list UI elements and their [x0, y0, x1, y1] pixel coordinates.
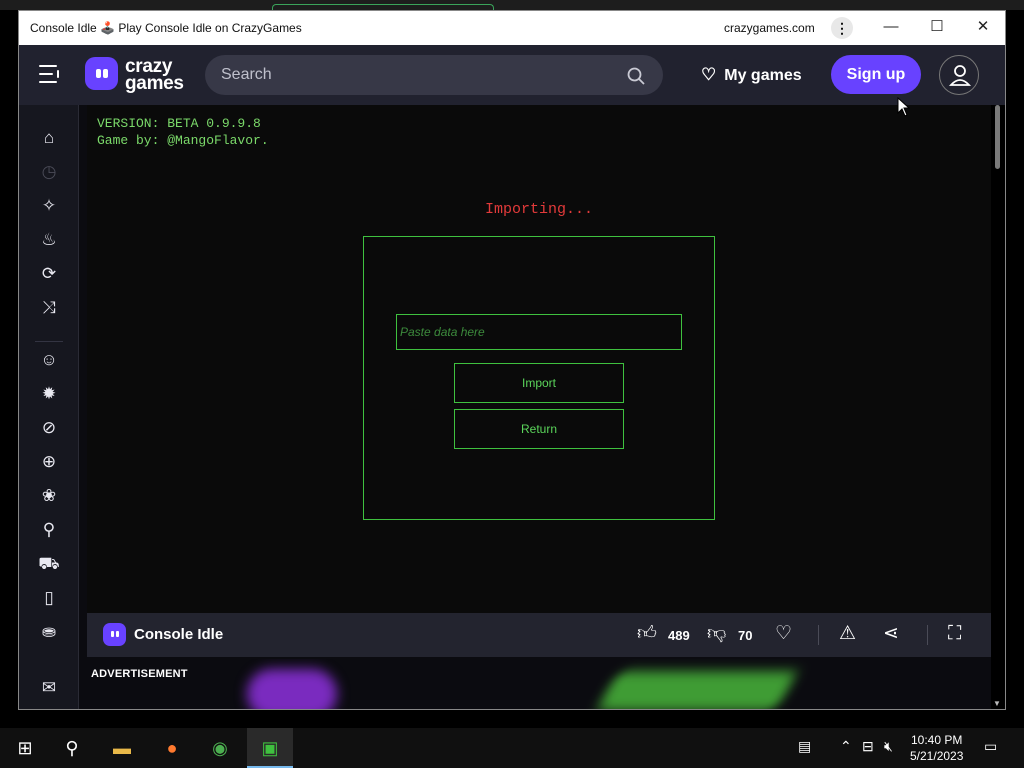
notifications-icon[interactable]: ▭: [984, 738, 997, 755]
game-toolbar: Console Idle 👍︎ 489 👎︎ 70 ♡ ⚠ ⋖ ⛶: [87, 613, 991, 657]
import-button[interactable]: Import: [454, 363, 624, 403]
version-label: VERSION: BETA 0.9.9.8: [97, 116, 261, 131]
adventure-icon[interactable]: ⊘: [38, 417, 60, 439]
trending-icon[interactable]: ♨: [38, 229, 60, 251]
game-logo-icon: [103, 623, 126, 646]
user-account-button[interactable]: [939, 55, 979, 95]
more-options-icon[interactable]: ⋮: [831, 17, 853, 39]
like-count: 489: [668, 628, 690, 643]
file-explorer-icon[interactable]: ▬: [99, 728, 145, 768]
random-icon[interactable]: ⤨: [38, 297, 60, 319]
domain-label: crazygames.com: [724, 21, 815, 35]
car-icon[interactable]: ⛟: [38, 553, 60, 575]
my-games-label: My games: [724, 67, 802, 84]
two-player-icon[interactable]: ☺: [38, 349, 60, 371]
console-idle-taskbar-icon[interactable]: ▣: [247, 728, 293, 768]
toolbar-divider: [818, 625, 819, 645]
action-icon[interactable]: ✹: [38, 383, 60, 405]
title-bar: Console Idle 🕹️ Play Console Idle on Cra…: [19, 11, 1005, 45]
chrome-icon[interactable]: ◉: [197, 728, 243, 768]
background-window-strip: [0, 0, 1024, 12]
ad-graphic-purple: [247, 669, 337, 709]
advertisement-area[interactable]: ADVERTISEMENT: [87, 659, 991, 709]
favorite-heart-icon[interactable]: ♡: [775, 623, 792, 645]
updated-icon[interactable]: ⟳: [38, 263, 60, 285]
window-title: Console Idle 🕹️ Play Console Idle on Cra…: [30, 21, 302, 35]
close-button[interactable]: ✕: [969, 16, 997, 38]
import-panel: Import Return: [363, 236, 715, 520]
home-icon[interactable]: ⌂: [38, 127, 60, 149]
game-title: Console Idle: [134, 626, 224, 643]
search-bar: [205, 55, 663, 95]
browser-window: Console Idle 🕹️ Play Console Idle on Cra…: [18, 10, 1006, 710]
news-widget-icon[interactable]: ▤: [798, 738, 811, 755]
sign-up-button[interactable]: Sign up: [831, 55, 921, 94]
search-taskbar-icon[interactable]: ⚲: [49, 728, 95, 768]
thumbs-up-icon[interactable]: 👍︎: [637, 623, 657, 645]
maximize-button[interactable]: ☐: [923, 16, 951, 38]
user-icon: [948, 65, 972, 86]
network-icon[interactable]: ⊟: [862, 738, 874, 755]
recent-icon[interactable]: ◷: [38, 161, 60, 183]
toolbar-divider-2: [927, 625, 928, 645]
share-icon[interactable]: ⋖: [883, 623, 899, 645]
return-button[interactable]: Return: [454, 409, 624, 449]
firefox-icon[interactable]: ●: [149, 728, 195, 768]
clock-time: 10:40 PM: [911, 733, 963, 747]
clock-date: 5/21/2023: [910, 749, 964, 763]
logo-mark: [85, 57, 118, 90]
my-games-link[interactable]: ♡ My games: [701, 65, 802, 85]
top-nav: crazy games ♡ My games Sign up: [19, 45, 1005, 105]
heart-icon: ♡: [701, 65, 717, 84]
windows-start-icon[interactable]: ⊞: [2, 728, 48, 768]
crazygames-logo[interactable]: crazy games: [85, 55, 189, 95]
sidebar: ⌂ ◷ ✧ ♨ ⟳ ⤨ ☺ ✹ ⊘ ⊕ ❀ ⚲ ⛟ ▯ ⛂ ✉: [19, 105, 79, 709]
tray-chevron-icon[interactable]: ⌃: [840, 738, 852, 755]
mouse-cursor: [897, 97, 911, 117]
desktop: Console Idle 🕹️ Play Console Idle on Cra…: [0, 0, 1024, 768]
menu-collapse-icon[interactable]: [39, 65, 61, 83]
taskbar: ⊞ ⚲ ▬ ● ◉ ▣ ▤ ⌃ ⊟ 🔇︎ 10:40 PM 5/21/2023 …: [0, 728, 1024, 768]
new-icon[interactable]: ✧: [38, 195, 60, 217]
search-icon[interactable]: [627, 67, 645, 85]
advertisement-label: ADVERTISEMENT: [91, 668, 188, 680]
card-icon[interactable]: ▯: [38, 587, 60, 609]
taskbar-clock[interactable]: 10:40 PM 5/21/2023: [910, 732, 963, 764]
clicker-icon[interactable]: ⛂: [38, 621, 60, 643]
dislike-count: 70: [738, 628, 753, 643]
author-label: Game by: @MangoFlavor.: [97, 133, 269, 148]
basketball-icon[interactable]: ⊕: [38, 451, 60, 473]
casual-icon[interactable]: ❀: [38, 485, 60, 507]
sidebar-divider: [35, 341, 63, 342]
thumbs-down-icon[interactable]: 👎︎: [707, 623, 726, 645]
fullscreen-icon[interactable]: ⛶: [948, 623, 961, 645]
volume-muted-icon[interactable]: 🔇︎: [884, 738, 893, 755]
version-text: VERSION: BETA 0.9.9.8 Game by: @MangoFla…: [97, 115, 269, 149]
search-input[interactable]: [221, 55, 601, 95]
importing-status: Importing...: [484, 201, 594, 218]
scrollbar-thumb[interactable]: [995, 105, 1000, 169]
paste-data-input[interactable]: [396, 314, 682, 350]
logo-text-games: games: [125, 73, 184, 94]
ad-graphic-green: [595, 671, 799, 709]
game-frame[interactable]: VERSION: BETA 0.9.9.8 Game by: @MangoFla…: [87, 105, 991, 613]
bike-icon[interactable]: ⚲: [38, 519, 60, 541]
scroll-down-arrow[interactable]: ▼: [993, 699, 1001, 708]
page-scrollbar[interactable]: ▼: [991, 105, 1005, 709]
report-icon[interactable]: ⚠: [839, 623, 856, 645]
mail-icon[interactable]: ✉: [38, 677, 60, 699]
minimize-button[interactable]: —: [877, 16, 905, 38]
